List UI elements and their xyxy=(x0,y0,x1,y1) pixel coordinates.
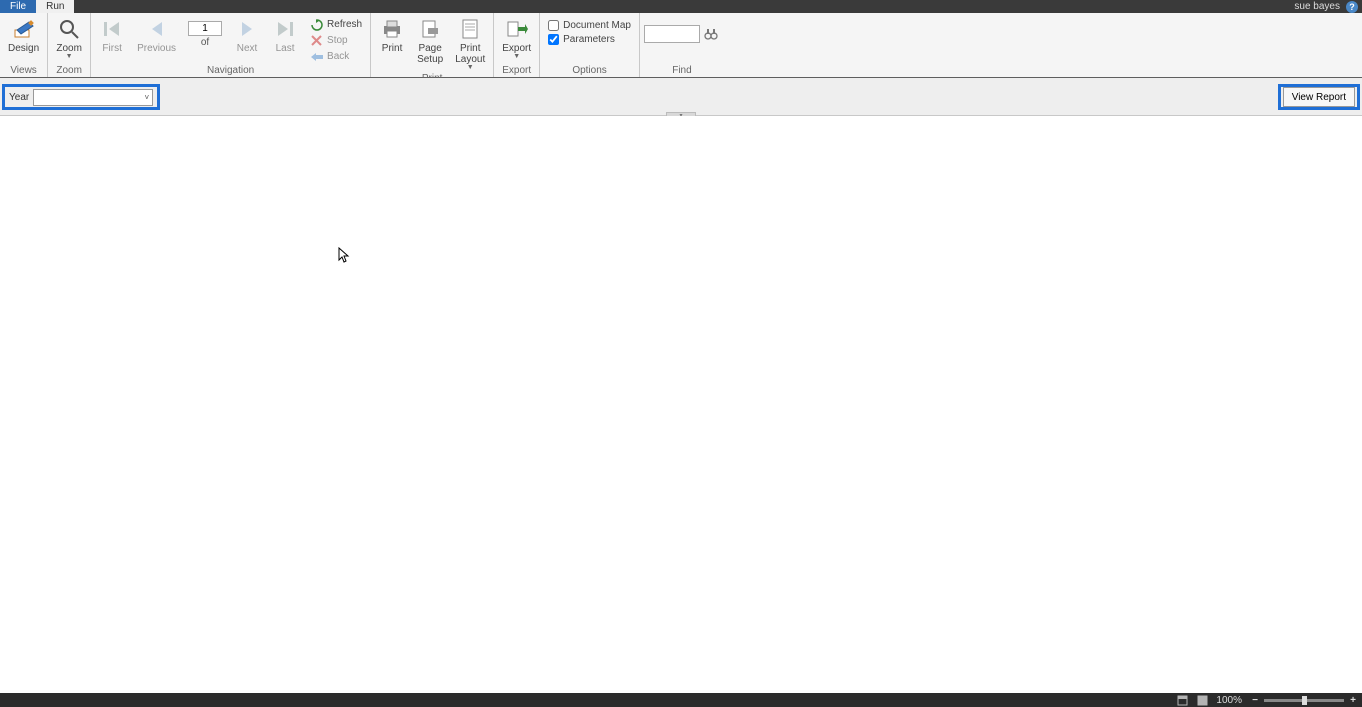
zoom-control: − + xyxy=(1250,695,1358,706)
design-icon xyxy=(12,17,36,41)
cursor-icon xyxy=(338,247,350,263)
zoom-icon xyxy=(57,17,81,41)
first-icon xyxy=(100,17,124,41)
parameter-bar: Year ˅ View Report xyxy=(0,78,1362,116)
zoom-in-button[interactable]: + xyxy=(1348,695,1358,706)
year-label: Year xyxy=(9,92,29,103)
year-parameter-highlight: Year ˅ xyxy=(2,84,160,110)
group-options: Document Map Parameters Options xyxy=(540,13,640,77)
page-current-input[interactable] xyxy=(188,21,222,36)
group-print: Print PageSetup PrintLayout ▼ Print xyxy=(371,13,494,77)
chevron-down-icon: ▼ xyxy=(513,54,520,60)
print-layout-icon xyxy=(458,17,482,41)
ribbon: Design Views Zoom ▼ Zoom First xyxy=(0,13,1362,78)
binoculars-icon[interactable] xyxy=(702,25,720,43)
nav-last-button[interactable]: Last xyxy=(268,15,302,56)
status-icon-1[interactable] xyxy=(1176,694,1188,706)
help-icon[interactable]: ? xyxy=(1346,1,1358,13)
stop-button[interactable]: Stop xyxy=(306,33,366,48)
nav-first-button[interactable]: First xyxy=(95,15,129,56)
status-icon-2[interactable] xyxy=(1196,694,1208,706)
zoom-out-button[interactable]: − xyxy=(1250,695,1260,706)
next-icon xyxy=(235,17,259,41)
document-map-input[interactable] xyxy=(548,20,559,31)
report-canvas xyxy=(0,116,1362,693)
nav-next-button[interactable]: Next xyxy=(230,15,264,56)
design-button[interactable]: Design xyxy=(4,15,43,56)
group-navigation: First Previous of Next Last Refr xyxy=(91,13,371,77)
view-report-highlight: View Report xyxy=(1278,84,1360,110)
refresh-button[interactable]: Refresh xyxy=(306,17,366,32)
export-icon xyxy=(505,17,529,41)
nav-smallstack: Refresh Stop Back xyxy=(306,15,366,64)
page-number-control: of xyxy=(184,21,226,48)
view-report-button[interactable]: View Report xyxy=(1283,87,1355,107)
document-map-checkbox[interactable]: Document Map xyxy=(544,19,635,32)
user-name: sue bayes xyxy=(1294,1,1340,12)
tab-run[interactable]: Run xyxy=(36,0,74,13)
chevron-down-icon: ▼ xyxy=(66,54,73,60)
print-layout-button[interactable]: PrintLayout ▼ xyxy=(451,15,489,73)
parameters-input[interactable] xyxy=(548,34,559,45)
parameters-checkbox[interactable]: Parameters xyxy=(544,33,635,46)
page-setup-icon xyxy=(418,17,442,41)
refresh-icon xyxy=(310,18,323,31)
back-icon xyxy=(310,50,323,63)
status-bar: 100% − + xyxy=(0,693,1362,707)
zoom-button[interactable]: Zoom ▼ xyxy=(52,15,86,62)
find-input[interactable] xyxy=(644,25,700,43)
stop-icon xyxy=(310,34,323,47)
export-button[interactable]: Export ▼ xyxy=(498,15,535,62)
previous-icon xyxy=(145,17,169,41)
print-icon xyxy=(380,17,404,41)
nav-prev-button[interactable]: Previous xyxy=(133,15,180,56)
zoom-percent: 100% xyxy=(1216,695,1242,706)
group-views: Design Views xyxy=(0,13,48,77)
year-dropdown[interactable]: ˅ xyxy=(33,89,153,106)
chevron-down-icon: ▼ xyxy=(467,65,474,71)
back-button[interactable]: Back xyxy=(306,49,366,64)
find-box xyxy=(644,25,720,43)
print-button[interactable]: Print xyxy=(375,15,409,56)
group-export: Export ▼ Export xyxy=(494,13,540,77)
page-setup-button[interactable]: PageSetup xyxy=(413,15,447,67)
zoom-slider-thumb[interactable] xyxy=(1302,696,1307,705)
tab-file[interactable]: File xyxy=(0,0,36,13)
last-icon xyxy=(273,17,297,41)
title-bar: sue bayes ? xyxy=(0,0,1362,13)
group-find: Find xyxy=(640,13,724,77)
chevron-down-icon: ˅ xyxy=(145,93,150,102)
group-zoom: Zoom ▼ Zoom xyxy=(48,13,91,77)
zoom-slider[interactable] xyxy=(1264,699,1344,702)
